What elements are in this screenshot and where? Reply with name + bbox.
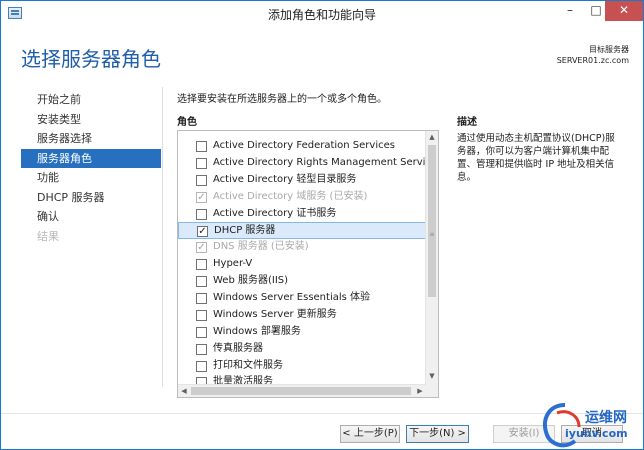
watermark-cn-text: 运维网 xyxy=(585,410,627,426)
nav-item-server-selection[interactable]: 服务器选择 xyxy=(21,129,161,149)
nav-item-before-you-begin[interactable]: 开始之前 xyxy=(21,90,161,110)
role-item[interactable]: Active Directory 证书服务 xyxy=(178,206,426,223)
roles-list-items: Active Directory Federation Services Act… xyxy=(178,138,438,391)
role-checkbox[interactable] xyxy=(196,276,207,288)
wizard-steps-nav: 开始之前 安装类型 服务器选择 服务器角色 功能 DHCP 服务器 确认 结果 xyxy=(21,90,161,246)
role-label: Active Directory 域服务 (已安装) xyxy=(213,190,368,202)
role-label: Windows Server Essentials 体验 xyxy=(213,292,371,304)
role-checkbox[interactable] xyxy=(196,141,207,152)
wizard-window: 添加角色和功能向导 – □ ✕ 选择服务器角色 目标服务器 SERVER01.z… xyxy=(0,0,644,450)
role-label: Active Directory 轻型目录服务 xyxy=(213,173,357,185)
role-checkbox: ✓ xyxy=(196,191,207,203)
close-button[interactable]: ✕ xyxy=(605,1,643,21)
role-item[interactable]: Windows Server 更新服务 xyxy=(178,307,426,324)
role-item[interactable]: Web 服务器(IIS) xyxy=(178,273,426,290)
page-title: 选择服务器角色 xyxy=(21,47,161,71)
role-checkbox[interactable] xyxy=(196,343,207,355)
role-label: Windows Server 更新服务 xyxy=(213,308,337,320)
next-button[interactable]: 下一步(N) > xyxy=(406,425,469,443)
scroll-down-icon[interactable]: ▼ xyxy=(426,370,438,383)
nav-divider xyxy=(162,87,163,387)
nav-item-installation-type[interactable]: 安装类型 xyxy=(21,110,161,130)
role-checkbox[interactable] xyxy=(196,208,207,220)
scroll-up-icon[interactable]: ▲ xyxy=(426,131,438,144)
previous-button[interactable]: < 上一步(P) xyxy=(340,425,400,443)
window-title: 添加角色和功能向导 xyxy=(267,8,376,22)
role-label: Active Directory Rights Management Servi… xyxy=(213,156,439,168)
role-checkbox[interactable] xyxy=(196,360,207,372)
role-checkbox[interactable] xyxy=(196,174,207,186)
role-item[interactable]: Active Directory Federation Services xyxy=(178,138,426,155)
role-label: Active Directory Federation Services xyxy=(213,140,395,151)
vertical-scrollbar[interactable]: ▲ ≡ ▼ xyxy=(425,131,438,397)
nav-item-server-roles[interactable]: 服务器角色 xyxy=(21,148,161,168)
horizontal-scroll-thumb[interactable] xyxy=(191,387,411,395)
role-checkbox[interactable] xyxy=(196,326,207,338)
role-item[interactable]: Active Directory Rights Management Servi… xyxy=(178,155,438,172)
role-item: ✓ DNS 服务器 (已安装) xyxy=(178,239,426,256)
role-label: Hyper-V xyxy=(213,258,253,270)
scroll-left-icon[interactable]: ◀ xyxy=(178,385,190,397)
role-label: DNS 服务器 (已安装) xyxy=(213,241,309,253)
nav-item-results: 结果 xyxy=(37,229,59,243)
description-header: 描述 xyxy=(457,117,477,128)
role-item-selected[interactable]: ✓ DHCP 服务器 xyxy=(178,222,426,240)
role-item[interactable]: 传真服务器 xyxy=(178,341,426,358)
grip-icon: ≡ xyxy=(429,231,435,238)
role-label: Web 服务器(IIS) xyxy=(213,275,289,287)
role-label: Active Directory 证书服务 xyxy=(213,207,337,219)
scroll-right-icon[interactable]: ▶ xyxy=(414,385,426,397)
scroll-thumb[interactable]: ≡ xyxy=(428,145,436,297)
nav-item-features[interactable]: 功能 xyxy=(21,168,161,188)
role-checkbox[interactable]: ✓ xyxy=(197,226,208,238)
role-checkbox[interactable] xyxy=(196,309,207,321)
roles-list[interactable]: Active Directory Federation Services Act… xyxy=(177,130,439,398)
role-label: Windows 部署服务 xyxy=(213,325,301,337)
role-checkbox[interactable] xyxy=(196,157,207,169)
role-label: 打印和文件服务 xyxy=(213,359,283,371)
role-item[interactable]: 打印和文件服务 xyxy=(178,358,426,375)
role-label: DHCP 服务器 xyxy=(214,225,276,237)
role-checkbox[interactable] xyxy=(196,293,207,305)
nav-item-dhcp-server[interactable]: DHCP 服务器 xyxy=(21,188,161,208)
minimize-button[interactable]: – xyxy=(557,1,583,21)
nav-item-confirmation[interactable]: 确认 xyxy=(21,207,161,227)
cancel-button[interactable]: 取消 xyxy=(561,425,623,443)
description-text: 通过使用动态主机配置协议(DHCP)服务器，你可以为客户端计算机集中配置、管理和… xyxy=(457,133,615,183)
instruction-text: 选择要安装在所选服务器上的一个或多个角色。 xyxy=(177,94,387,105)
target-server-name: SERVER01.zc.com xyxy=(556,56,629,65)
role-item: ✓ Active Directory 域服务 (已安装) xyxy=(178,189,426,206)
title-bar[interactable]: 添加角色和功能向导 – □ ✕ xyxy=(1,1,643,27)
role-label: 传真服务器 xyxy=(213,342,263,354)
install-button: 安装(I) xyxy=(493,425,555,443)
footer-divider xyxy=(1,413,643,414)
horizontal-scrollbar[interactable]: ◀ ▶ xyxy=(178,384,426,397)
role-checkbox: ✓ xyxy=(196,242,207,254)
roles-header: 角色 xyxy=(177,117,197,128)
role-item[interactable]: Windows Server Essentials 体验 xyxy=(178,290,426,307)
role-item[interactable]: Hyper-V xyxy=(178,256,426,273)
target-server-label: 目标服务器 xyxy=(589,45,629,54)
role-item[interactable]: Active Directory 轻型目录服务 xyxy=(178,172,426,189)
role-checkbox[interactable] xyxy=(196,259,207,271)
role-item[interactable]: Windows 部署服务 xyxy=(178,324,426,341)
